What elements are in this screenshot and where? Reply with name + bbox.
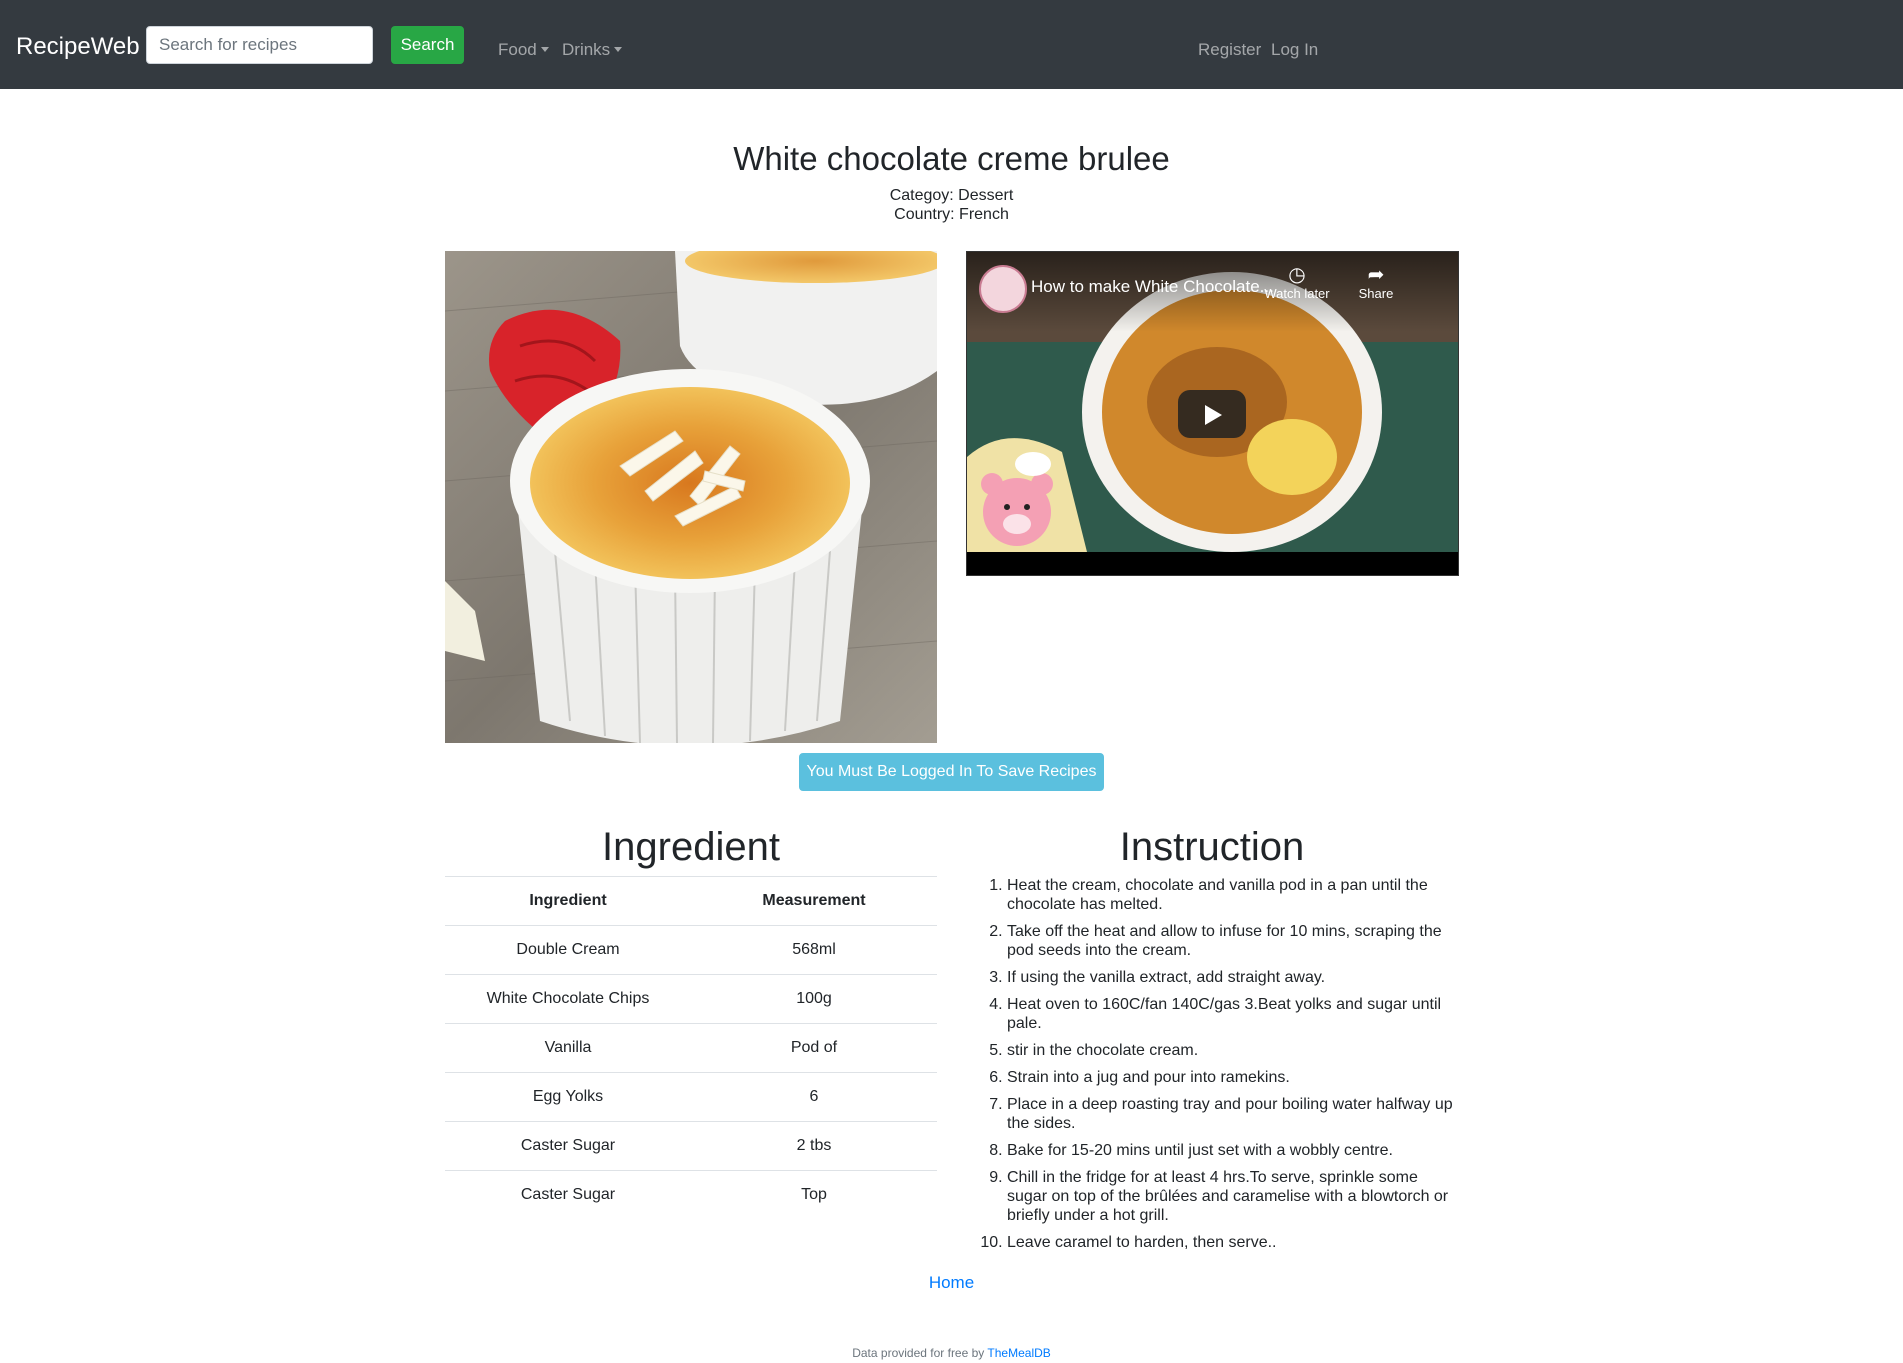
register-link[interactable]: Register bbox=[1198, 38, 1261, 62]
video-title[interactable]: How to make White Chocolate... bbox=[1031, 276, 1274, 298]
play-button[interactable] bbox=[1178, 390, 1246, 438]
data-credit: Data provided for free by TheMealDB bbox=[0, 1346, 1903, 1360]
channel-avatar[interactable] bbox=[979, 265, 1027, 313]
ingredient-name: Caster Sugar bbox=[445, 1170, 691, 1220]
save-recipe-button[interactable]: You Must Be Logged In To Save Recipes bbox=[799, 753, 1104, 791]
share-button[interactable]: ➦ Share bbox=[1337, 264, 1415, 301]
table-row: Double Cream 568ml bbox=[445, 925, 937, 975]
ingredient-name: Egg Yolks bbox=[445, 1072, 691, 1122]
table-row: White Chocolate Chips 100g bbox=[445, 974, 937, 1024]
ingredient-name: Double Cream bbox=[445, 925, 691, 975]
ingredient-name: Caster Sugar bbox=[445, 1121, 691, 1171]
instruction-list: Heat the cream, chocolate and vanilla po… bbox=[966, 876, 1459, 1260]
home-link[interactable]: Home bbox=[929, 1273, 974, 1292]
navbar: RecipeWeb Search Food Drinks Register Lo… bbox=[0, 0, 1903, 89]
recipe-country: Country: French bbox=[894, 206, 1009, 223]
caret-down-icon bbox=[614, 47, 623, 52]
recipe-photo bbox=[445, 251, 937, 743]
creme-brulee-image bbox=[445, 251, 937, 743]
instruction-step: stir in the chocolate cream. bbox=[1007, 1041, 1459, 1060]
clock-icon: ◷ bbox=[1288, 264, 1306, 286]
instruction-step: Strain into a jug and pour into ramekins… bbox=[1007, 1068, 1459, 1087]
search-input[interactable] bbox=[146, 26, 373, 64]
instruction-step: Leave caramel to harden, then serve.. bbox=[1007, 1233, 1459, 1252]
table-header-row: Ingredient Measurement bbox=[445, 876, 937, 926]
credit-text: Data provided for free by bbox=[852, 1346, 985, 1360]
instruction-heading: Instruction bbox=[1119, 825, 1305, 869]
instruction-step: Place in a deep roasting tray and pour b… bbox=[1007, 1095, 1459, 1133]
food-dropdown-label: Food bbox=[498, 40, 537, 59]
ingredient-name: White Chocolate Chips bbox=[445, 974, 691, 1024]
login-link[interactable]: Log In bbox=[1271, 38, 1318, 62]
instruction-step: Chill in the fridge for at least 4 hrs.T… bbox=[1007, 1168, 1459, 1225]
ingredient-measurement: 6 bbox=[691, 1072, 937, 1122]
instruction-step: If using the vanilla extract, add straig… bbox=[1007, 968, 1459, 987]
ingredient-measurement: 2 tbs bbox=[691, 1121, 937, 1171]
drinks-dropdown[interactable]: Drinks bbox=[562, 38, 623, 62]
caret-down-icon bbox=[540, 47, 549, 52]
home-link-container: Home bbox=[0, 1273, 1903, 1293]
ingredient-measurement: 568ml bbox=[691, 925, 937, 975]
share-arrow-icon: ➦ bbox=[1367, 264, 1385, 286]
watch-later-label: Watch later bbox=[1264, 286, 1330, 301]
instruction-step: Take off the heat and allow to infuse fo… bbox=[1007, 922, 1459, 960]
ingredient-heading: Ingredient bbox=[602, 825, 780, 869]
share-label: Share bbox=[1358, 286, 1394, 301]
instruction-step: Bake for 15-20 mins until just set with … bbox=[1007, 1141, 1459, 1160]
recipe-category: Categoy: Dessert bbox=[889, 187, 1014, 204]
instruction-step: Heat oven to 160C/fan 140C/gas 3.Beat yo… bbox=[1007, 995, 1459, 1033]
ingredient-measurement: Pod of bbox=[691, 1023, 937, 1073]
table-row: Egg Yolks 6 bbox=[445, 1072, 937, 1122]
recipe-title: White chocolate creme brulee bbox=[733, 140, 1170, 177]
search-button[interactable]: Search bbox=[391, 26, 464, 64]
table-row: Vanilla Pod of bbox=[445, 1023, 937, 1073]
watch-later-button[interactable]: ◷ Watch later bbox=[1258, 264, 1336, 301]
column-header-measurement: Measurement bbox=[691, 876, 937, 926]
ingredient-measurement: Top bbox=[691, 1170, 937, 1220]
drinks-dropdown-label: Drinks bbox=[562, 40, 611, 59]
brand-link[interactable]: RecipeWeb bbox=[16, 32, 140, 62]
video-player[interactable]: How to make White Chocolate... ◷ Watch l… bbox=[966, 251, 1459, 576]
instruction-step: Heat the cream, chocolate and vanilla po… bbox=[1007, 876, 1459, 914]
ingredient-measurement: 100g bbox=[691, 974, 937, 1024]
ingredient-name: Vanilla bbox=[445, 1023, 691, 1073]
column-header-ingredient: Ingredient bbox=[445, 876, 691, 926]
table-row: Caster Sugar 2 tbs bbox=[445, 1121, 937, 1171]
ingredient-table: Ingredient Measurement Double Cream 568m… bbox=[445, 876, 937, 1220]
food-dropdown[interactable]: Food bbox=[498, 38, 549, 62]
table-row: Caster Sugar Top bbox=[445, 1170, 937, 1220]
themealdb-link[interactable]: TheMealDB bbox=[987, 1346, 1050, 1360]
